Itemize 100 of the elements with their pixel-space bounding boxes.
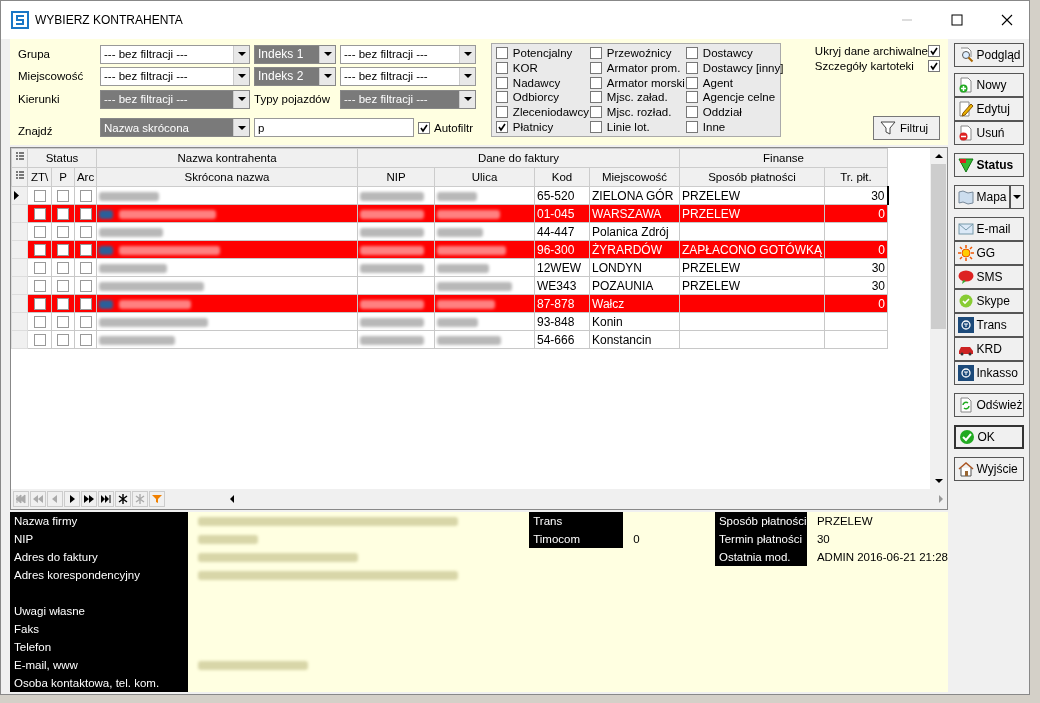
app-logo-icon — [11, 11, 29, 29]
checkbox[interactable] — [33, 244, 46, 257]
funnel-icon[interactable] — [149, 491, 165, 507]
speech-bubble-icon — [957, 269, 974, 285]
maximize-icon[interactable] — [951, 14, 963, 26]
first-record-icon[interactable] — [13, 491, 29, 507]
checkbox[interactable] — [57, 190, 69, 203]
next-record-icon[interactable] — [64, 491, 80, 507]
checkbox[interactable] — [928, 59, 940, 72]
exit-button[interactable]: Wyjście — [953, 457, 1024, 481]
checkbox[interactable] — [589, 62, 602, 74]
index-dropdown[interactable]: Indeks 1 — [254, 44, 336, 64]
checkbox[interactable] — [685, 120, 698, 133]
checkbox[interactable] — [79, 334, 92, 347]
checkbox[interactable] — [79, 316, 92, 329]
checkbox[interactable] — [589, 106, 602, 118]
detail-label: Termin płatności — [718, 533, 803, 545]
search-field[interactable]: p — [254, 118, 414, 137]
checkbox[interactable] — [589, 76, 602, 89]
column-menu-icon[interactable] — [15, 152, 24, 162]
checkbox[interactable] — [685, 76, 698, 89]
last-record-icon[interactable] — [98, 491, 114, 507]
checkbox-label: Ukryj dane archiwalne — [814, 44, 928, 57]
scroll-down-icon[interactable] — [934, 479, 943, 483]
checkbox[interactable] — [685, 106, 698, 118]
checkbox[interactable] — [495, 62, 508, 74]
checkbox[interactable] — [57, 280, 69, 293]
krd-button[interactable]: KRD — [953, 337, 1024, 361]
delete-button[interactable]: Usuń — [953, 121, 1024, 145]
checkbox[interactable] — [79, 190, 92, 203]
map-button[interactable]: Mapa — [953, 185, 1010, 209]
scroll-up-icon[interactable] — [934, 154, 943, 158]
checkbox[interactable] — [57, 244, 69, 257]
trans-button[interactable]: Trans — [953, 313, 1024, 337]
gg-button[interactable]: GG — [953, 241, 1024, 265]
scroll-right-icon[interactable] — [939, 495, 943, 503]
detail-label: Uwagi własne — [14, 604, 86, 619]
checkbox[interactable] — [495, 91, 508, 104]
refresh-button[interactable]: Odśwież — [953, 393, 1024, 417]
checkbox[interactable] — [79, 280, 92, 293]
preview-button[interactable]: Podgląd — [953, 43, 1024, 67]
blurred-text — [99, 191, 159, 201]
filter-dropdown[interactable]: --- bez filtracji --- — [100, 66, 250, 86]
new-button[interactable]: Nowy — [953, 73, 1024, 97]
checkbox[interactable] — [79, 226, 92, 239]
sms-button[interactable]: SMS — [953, 265, 1024, 289]
checkbox[interactable] — [685, 47, 698, 60]
asterisk-icon[interactable] — [115, 491, 131, 507]
scroll-left-icon[interactable] — [230, 495, 234, 503]
next-page-icon[interactable] — [81, 491, 97, 507]
checkbox[interactable] — [495, 76, 508, 89]
checkbox[interactable] — [589, 120, 602, 133]
checkbox[interactable] — [57, 334, 69, 347]
checkbox[interactable] — [57, 208, 69, 221]
filter-dropdown[interactable]: --- bez filtracji --- — [340, 66, 476, 86]
checkbox[interactable] — [33, 190, 46, 203]
checkbox[interactable] — [79, 244, 92, 257]
filter-dropdown[interactable]: --- bez filtracji --- — [100, 44, 250, 64]
checkbox[interactable] — [495, 120, 508, 133]
checkbox[interactable] — [418, 121, 430, 134]
column-group-header: Nazwa kontrahenta — [96, 148, 358, 168]
checkbox[interactable] — [33, 316, 46, 329]
checkbox[interactable] — [589, 91, 602, 104]
checkbox[interactable] — [57, 298, 69, 311]
checkbox[interactable] — [589, 47, 602, 60]
checkbox[interactable] — [33, 226, 46, 239]
status-button[interactable]: Status — [953, 153, 1024, 177]
skype-button[interactable]: Skype — [953, 289, 1024, 313]
checkbox[interactable] — [57, 226, 69, 239]
trans-button[interactable]: Inkasso — [953, 361, 1024, 385]
column-menu-icon[interactable] — [15, 171, 24, 181]
checkbox[interactable] — [928, 44, 940, 57]
checkbox[interactable] — [33, 208, 46, 221]
checkbox[interactable] — [57, 262, 69, 275]
checkbox[interactable] — [79, 262, 92, 275]
detail-label: E-mail, www — [14, 658, 79, 673]
checkbox-label: Dostawcy [inny] — [702, 62, 784, 74]
checkbox[interactable] — [495, 106, 508, 118]
checkbox[interactable] — [495, 47, 508, 60]
checkbox[interactable] — [57, 316, 69, 329]
filter-dropdown[interactable]: --- bez filtracji --- — [340, 44, 476, 64]
checkbox[interactable] — [33, 298, 46, 311]
checkbox[interactable] — [79, 298, 92, 311]
previous-page-icon[interactable] — [30, 491, 46, 507]
checkbox[interactable] — [33, 262, 46, 275]
search-mode-dropdown[interactable]: Nazwa skrócona — [100, 118, 250, 137]
close-icon[interactable] — [1001, 14, 1013, 26]
filter-button[interactable]: Filtruj — [873, 116, 940, 140]
logo-icon — [957, 317, 974, 333]
edit-button[interactable]: Edytuj — [953, 97, 1024, 121]
mail-button[interactable]: E-mail — [953, 217, 1024, 241]
checkbox[interactable] — [685, 62, 698, 74]
checkbox[interactable] — [33, 334, 46, 347]
checkbox[interactable] — [685, 91, 698, 104]
index-dropdown[interactable]: Indeks 2 — [254, 66, 336, 86]
blurred-text — [198, 534, 258, 544]
scrollbar-thumb[interactable] — [931, 164, 946, 329]
checkbox[interactable] — [33, 280, 46, 293]
ok-button[interactable]: OK — [953, 425, 1024, 449]
checkbox[interactable] — [79, 208, 92, 221]
